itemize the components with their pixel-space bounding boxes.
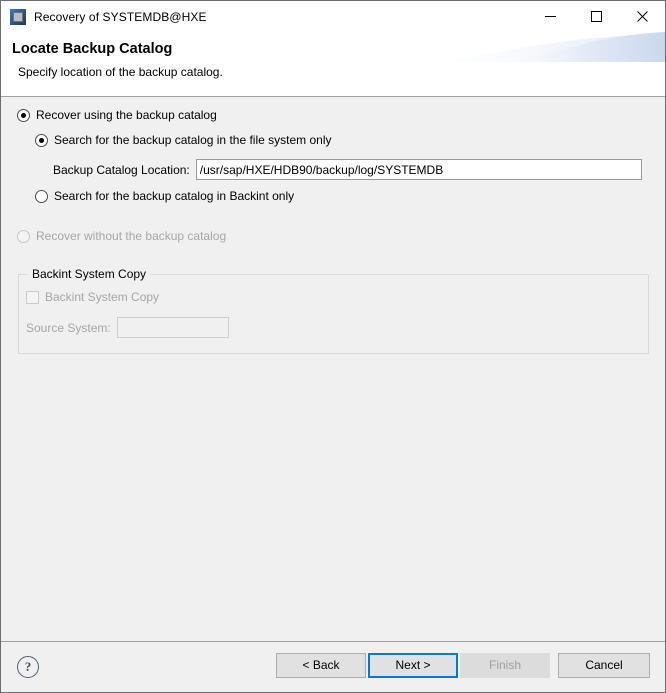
close-icon[interactable] — [619, 1, 665, 32]
header-decoration-icon — [405, 32, 665, 62]
radio-recover-without-catalog[interactable] — [17, 229, 30, 243]
page-title: Locate Backup Catalog — [12, 41, 173, 57]
option-recover-with-catalog[interactable]: Recover using the backup catalog — [17, 108, 217, 122]
source-system-label: Source System: — [26, 320, 111, 335]
help-icon[interactable]: ? — [17, 656, 39, 678]
page-subtitle: Specify location of the backup catalog. — [18, 65, 223, 79]
option-recover-without-catalog-label: Recover without the backup catalog — [36, 229, 227, 243]
catalog-location-field-group: Backup Catalog Location: — [53, 159, 642, 180]
backint-system-copy-group-title: Backint System Copy — [28, 267, 151, 281]
source-system-input[interactable] — [116, 317, 229, 338]
cancel-button[interactable]: Cancel — [558, 653, 650, 678]
wizard-header: Locate Backup Catalog Specify location o… — [1, 32, 665, 96]
backint-system-copy-checkbox[interactable] — [26, 290, 39, 304]
option-recover-without-catalog[interactable]: Recover without the backup catalog — [17, 229, 226, 243]
backint-system-copy-group: Backint System Copy Backint System Copy … — [18, 267, 649, 354]
radio-recover-with-catalog[interactable] — [17, 108, 30, 122]
option-search-backint-label: Search for the backup catalog in Backint… — [54, 189, 295, 203]
window-controls — [527, 1, 665, 32]
catalog-location-label: Backup Catalog Location: — [53, 162, 190, 177]
window-title: Recovery of SYSTEMDB@HXE — [34, 9, 207, 24]
recovery-wizard-window: Recovery of SYSTEMDB@HXE Locate Backup C… — [0, 0, 666, 693]
app-icon — [10, 8, 26, 25]
wizard-body: Recover using the backup catalog Search … — [1, 97, 665, 641]
backint-system-copy-checkbox-label: Backint System Copy — [45, 290, 160, 304]
option-recover-with-catalog-label: Recover using the backup catalog — [36, 108, 217, 122]
radio-search-backint[interactable] — [35, 189, 48, 203]
radio-search-file-system[interactable] — [35, 133, 48, 147]
finish-button: Finish — [460, 653, 550, 678]
minimize-icon[interactable] — [527, 1, 573, 32]
option-search-backint[interactable]: Search for the backup catalog in Backint… — [35, 189, 294, 203]
backint-system-copy-checkbox-row[interactable]: Backint System Copy — [26, 290, 159, 304]
wizard-footer: ? < Back Next > Finish Cancel — [1, 641, 665, 692]
source-system-field-group: Source System: — [26, 317, 229, 338]
option-search-file-system[interactable]: Search for the backup catalog in the fil… — [35, 133, 331, 147]
catalog-location-input[interactable] — [195, 159, 642, 180]
option-search-file-system-label: Search for the backup catalog in the fil… — [54, 133, 332, 147]
footer-divider — [1, 641, 665, 642]
back-button[interactable]: < Back — [276, 653, 366, 678]
next-button[interactable]: Next > — [368, 653, 458, 678]
maximize-icon[interactable] — [573, 1, 619, 32]
